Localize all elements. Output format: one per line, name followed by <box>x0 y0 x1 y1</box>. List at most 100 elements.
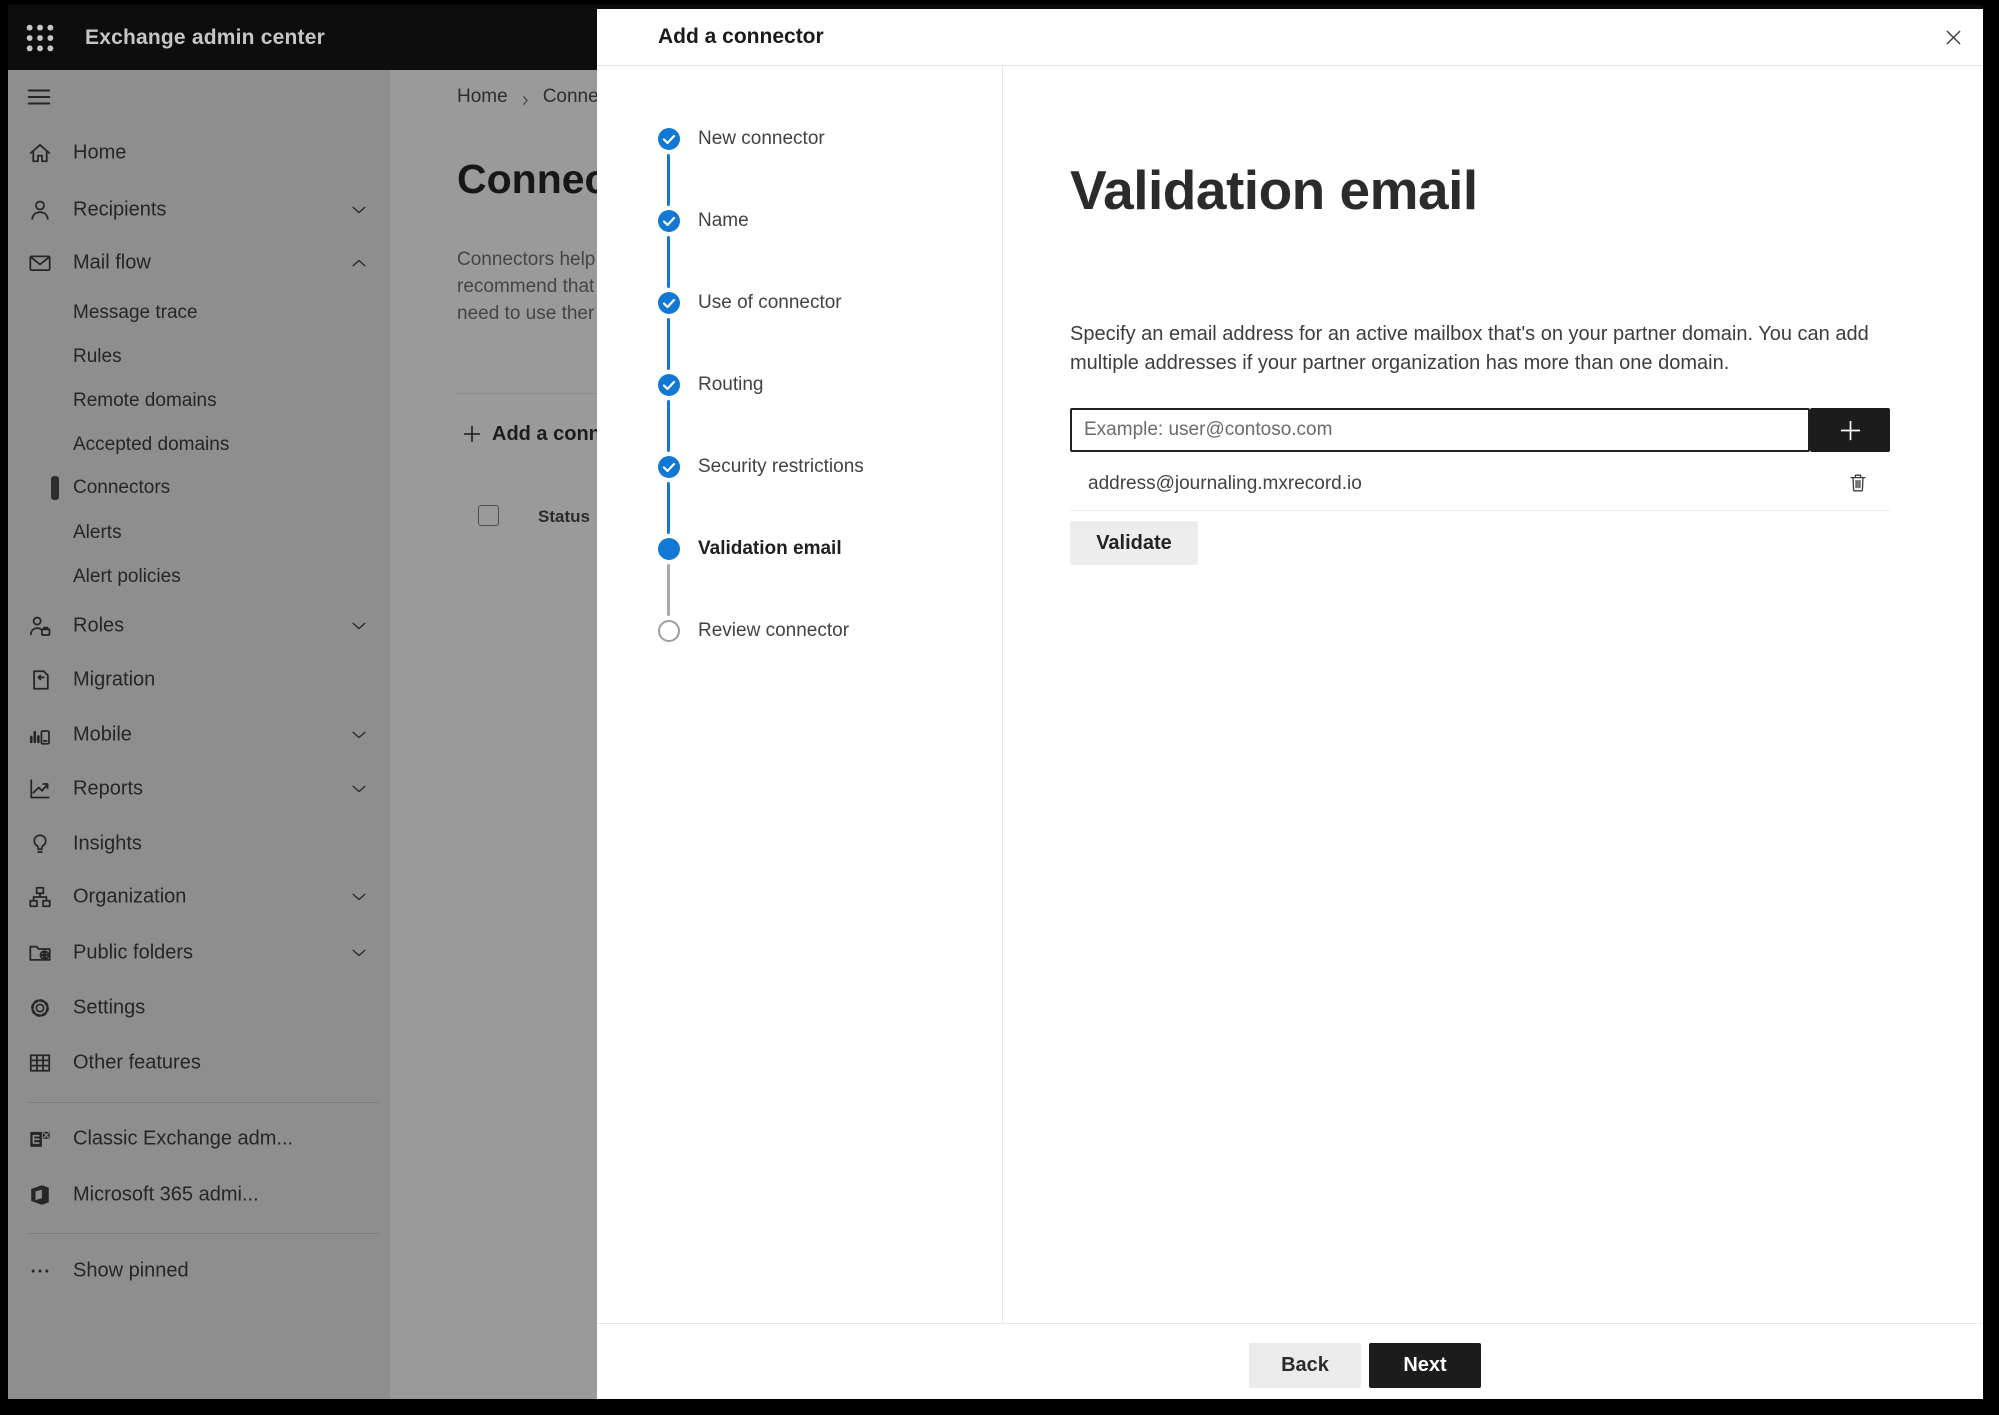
sidebar-item-classic-exchange-adm[interactable]: Classic Exchange adm... <box>8 1117 390 1161</box>
selected-indicator <box>51 476 59 500</box>
step-completed-icon <box>658 374 680 396</box>
step-label: Routing <box>698 374 764 395</box>
validate-button[interactable]: Validate <box>1070 521 1198 565</box>
sidebar-item-message-trace[interactable]: Message trace <box>8 291 390 335</box>
breadcrumb-current: Conne <box>542 86 599 107</box>
sidebar-item-label: Recipients <box>73 198 167 221</box>
sidebar-item-organization[interactable]: Organization <box>8 875 390 919</box>
sidebar-item-label: Classic Exchange adm... <box>73 1127 294 1150</box>
plus-icon <box>1840 420 1860 440</box>
sidebar-item-label: Other features <box>73 1051 201 1074</box>
chevron-down-icon <box>349 779 369 799</box>
reports-icon <box>27 776 53 802</box>
sidebar-item-roles[interactable]: Roles <box>8 604 390 648</box>
app-launcher-waffle-icon[interactable] <box>21 19 59 57</box>
office-icon <box>27 1182 53 1208</box>
sidebar-item-label: Mobile <box>73 723 132 746</box>
breadcrumb-chevron-icon <box>519 91 532 105</box>
sidebar-item-migration[interactable]: Migration <box>8 658 390 702</box>
modal-title: Add a connector <box>658 25 824 48</box>
wizard-step-new-connector[interactable]: New connector <box>597 117 1002 161</box>
wizard-step-routing[interactable]: Routing <box>597 363 1002 407</box>
wizard-step-security-restrictions[interactable]: Security restrictions <box>597 445 1002 489</box>
sidebar-item-label: Alerts <box>73 522 122 543</box>
sidebar-item-mail-flow[interactable]: Mail flow <box>8 241 390 285</box>
chevron-down-icon <box>349 943 369 963</box>
settings-icon <box>27 995 53 1021</box>
sidebar-item-mobile[interactable]: Mobile <box>8 713 390 757</box>
sidebar-item-label: Insights <box>73 832 142 855</box>
person-icon <box>27 197 53 223</box>
migration-icon <box>27 667 53 693</box>
close-icon <box>1946 30 1960 44</box>
sidebar-item-label: Home <box>73 141 127 164</box>
step-upcoming-icon <box>658 620 680 642</box>
sidebar-item-label: Mail flow <box>73 251 151 274</box>
hamburger-menu-icon[interactable] <box>25 84 53 110</box>
sidebar-item-connectors[interactable]: Connectors <box>8 466 390 510</box>
wizard-step-review-connector[interactable]: Review connector <box>597 609 1002 653</box>
back-button[interactable]: Back <box>1249 1343 1361 1388</box>
step-completed-icon <box>658 456 680 478</box>
step-completed-icon <box>658 210 680 232</box>
add-connector-modal: Add a connector New connector Name Use of … <box>597 9 1983 1399</box>
sidebar-item-reports[interactable]: Reports <box>8 767 390 811</box>
modal-header: Add a connector <box>597 9 1983 66</box>
sidebar-item-accepted-domains[interactable]: Accepted domains <box>8 423 390 467</box>
sidebar-item-label: Accepted domains <box>73 434 230 455</box>
add-email-button[interactable] <box>1810 408 1890 452</box>
wizard-step-name[interactable]: Name <box>597 199 1002 243</box>
sidebar-item-show-pinned[interactable]: Show pinned <box>8 1249 390 1293</box>
step-label: Use of connector <box>698 292 842 313</box>
sidebar-item-public-folders[interactable]: Public folders <box>8 931 390 975</box>
step-completed-icon <box>658 128 680 150</box>
step-label: Name <box>698 210 749 231</box>
step-label: Validation email <box>698 538 842 559</box>
sidebar-item-label: Organization <box>73 885 187 908</box>
sidebar-item-label: Rules <box>73 346 122 367</box>
sidebar-item-rules[interactable]: Rules <box>8 335 390 379</box>
exchange-icon <box>27 1126 53 1152</box>
list-divider <box>1070 510 1890 511</box>
wizard-step-validation-email[interactable]: Validation email <box>597 527 1002 571</box>
sidebar-item-microsoft-365-admi[interactable]: Microsoft 365 admi... <box>8 1173 390 1217</box>
sidebar-item-other-features[interactable]: Other features <box>8 1041 390 1085</box>
wizard-step-use-of-connector[interactable]: Use of connector <box>597 281 1002 325</box>
email-address-value: address@journaling.mxrecord.io <box>1088 473 1362 494</box>
grid-icon <box>27 1050 53 1076</box>
sidebar-item-label: Message trace <box>73 302 198 323</box>
sidebar-item-recipients[interactable]: Recipients <box>8 188 390 232</box>
chevron-up-icon <box>349 253 369 273</box>
sidebar-item-label: Connectors <box>73 477 171 498</box>
sidebar-item-alerts[interactable]: Alerts <box>8 511 390 555</box>
sidebar-item-insights[interactable]: Insights <box>8 822 390 866</box>
delete-address-button[interactable] <box>1844 469 1872 497</box>
step-completed-icon <box>658 292 680 314</box>
organization-icon <box>27 884 53 910</box>
ellipsis-icon <box>27 1258 53 1284</box>
sidebar-item-label: Remote domains <box>73 390 217 411</box>
sidebar-divider <box>27 1102 378 1103</box>
add-connector-button[interactable]: Add a conn <box>461 412 601 456</box>
next-button[interactable]: Next <box>1369 1343 1481 1388</box>
chevron-down-icon <box>349 200 369 220</box>
sidebar-item-remote-domains[interactable]: Remote domains <box>8 379 390 423</box>
close-button[interactable] <box>1935 19 1971 55</box>
plus-icon <box>461 423 483 445</box>
step-current-icon <box>658 538 680 560</box>
sidebar-divider <box>27 1233 378 1234</box>
select-all-checkbox[interactable] <box>478 505 499 526</box>
sidebar-item-label: Alert policies <box>73 566 181 587</box>
status-column-header[interactable]: Status <box>538 507 590 527</box>
step-label: Review connector <box>698 620 850 641</box>
sidebar-item-alert-policies[interactable]: Alert policies <box>8 555 390 599</box>
chevron-down-icon <box>349 616 369 636</box>
mobile-icon <box>27 722 53 748</box>
step-label: Security restrictions <box>698 456 864 477</box>
breadcrumb-home-link[interactable]: Home <box>457 86 508 108</box>
sidebar-item-label: Public folders <box>73 941 194 964</box>
sidebar-item-settings[interactable]: Settings <box>8 986 390 1030</box>
modal-footer: Back Next <box>597 1323 1983 1399</box>
email-address-input[interactable] <box>1070 408 1810 452</box>
sidebar-item-home[interactable]: Home <box>8 131 390 175</box>
